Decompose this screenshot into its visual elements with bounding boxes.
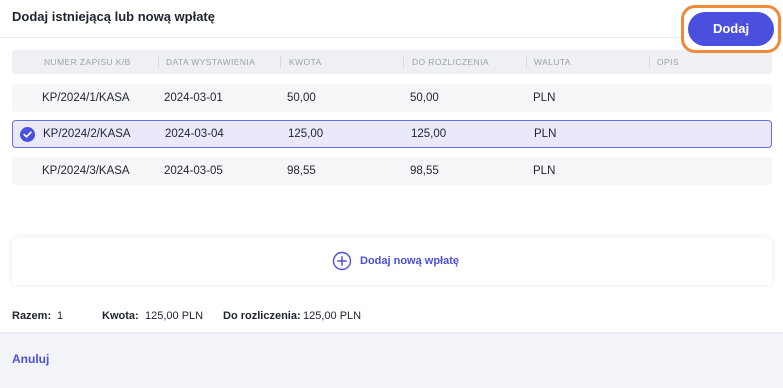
cell-currency: PLN [533, 92, 556, 104]
summary-total-label: Razem: [12, 310, 52, 322]
cell-date: 2024-03-01 [164, 92, 223, 104]
dialog-title: Dodaj istniejącą lub nową wpłatę [12, 9, 215, 24]
submit-button[interactable]: Dodaj [688, 12, 774, 46]
table-header: NUMER ZAPISU K/B DATA WYSTAWIENIA KWOTA … [12, 50, 772, 74]
column-divider [526, 56, 527, 68]
title-divider [0, 37, 783, 38]
summary-total-value: 1 [57, 310, 64, 322]
column-header-date: DATA WYSTAWIENIA [166, 57, 256, 67]
summary-amount-label: Kwota: [102, 310, 139, 322]
table-row-selected[interactable]: KP/2024/2/KASA 2024-03-04 125,00 125,00 … [12, 120, 772, 148]
table-row[interactable]: KP/2024/3/KASA 2024-03-05 98,55 98,55 PL… [12, 157, 772, 185]
cancel-button[interactable]: Anuluj [12, 352, 49, 366]
column-header-to-settle: DO ROZLICZENIA [412, 57, 489, 67]
cell-to-settle: 98,55 [410, 165, 439, 177]
summary-to-settle-value: 125,00 PLN [303, 310, 362, 322]
cell-number: KP/2024/1/KASA [42, 92, 130, 104]
plus-circle-icon [332, 251, 352, 271]
add-new-payment-button[interactable]: Dodaj nową wpłatę [332, 251, 459, 271]
column-divider [403, 56, 404, 68]
add-new-payment-panel: Dodaj nową wpłatę [12, 237, 772, 285]
column-header-currency: WALUTA [534, 57, 571, 67]
cell-to-settle: 50,00 [410, 92, 439, 104]
column-header-number: NUMER ZAPISU K/B [44, 57, 131, 67]
cell-amount: 98,55 [287, 165, 316, 177]
checkmark-icon[interactable] [20, 127, 35, 142]
column-header-amount: KWOTA [289, 57, 322, 67]
table-row[interactable]: KP/2024/1/KASA 2024-03-01 50,00 50,00 PL… [12, 84, 772, 112]
add-new-payment-label: Dodaj nową wpłatę [360, 255, 460, 267]
cell-number: KP/2024/3/KASA [42, 165, 130, 177]
cell-date: 2024-03-04 [165, 128, 224, 140]
cell-date: 2024-03-05 [164, 165, 223, 177]
column-header-description: OPIS [657, 57, 679, 67]
cell-currency: PLN [534, 128, 557, 140]
cell-to-settle: 125,00 [411, 128, 447, 140]
column-divider [158, 56, 159, 68]
cell-amount: 125,00 [288, 128, 324, 140]
column-divider [280, 56, 281, 68]
cell-currency: PLN [533, 165, 556, 177]
column-divider [649, 56, 650, 68]
cell-number: KP/2024/2/KASA [43, 128, 131, 140]
summary-amount-value: 125,00 PLN [145, 310, 204, 322]
dialog-footer: Anuluj [0, 332, 783, 388]
cell-amount: 50,00 [287, 92, 316, 104]
summary-to-settle-label: Do rozliczenia: [223, 310, 301, 322]
